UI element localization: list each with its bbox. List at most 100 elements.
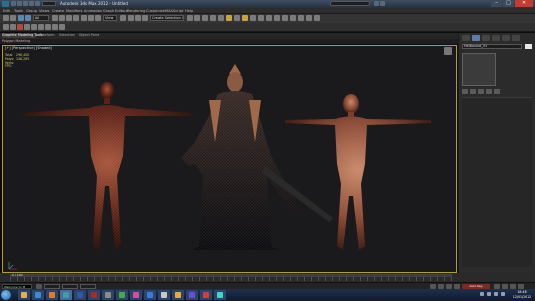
toolbar-icon-g[interactable] <box>306 15 312 21</box>
angle-snap-icon[interactable] <box>135 15 141 21</box>
named-selection-dropdown[interactable]: Create Selection Se <box>150 15 184 21</box>
sculpt-icon[interactable] <box>17 24 23 30</box>
modifier-list[interactable] <box>462 53 496 86</box>
layer-manager-icon[interactable] <box>202 15 208 21</box>
toolbar-icon-e[interactable] <box>290 15 296 21</box>
redo-toolbar-icon[interactable] <box>10 15 16 21</box>
render-frame-icon[interactable] <box>242 15 248 21</box>
schematic-view-icon[interactable] <box>218 15 224 21</box>
render-setup-icon[interactable] <box>234 15 240 21</box>
display-panel-icon[interactable] <box>502 35 510 41</box>
search-input[interactable] <box>330 1 370 6</box>
create-panel-icon[interactable] <box>462 35 470 41</box>
object-color-swatch[interactable] <box>525 44 532 49</box>
minimize-button[interactable]: – <box>491 0 502 7</box>
pinch-icon[interactable] <box>38 24 44 30</box>
percent-snap-icon[interactable] <box>142 15 148 21</box>
brush-icon[interactable] <box>3 24 9 30</box>
selection-filter-dropdown[interactable]: All <box>33 15 49 21</box>
material-editor-icon[interactable] <box>226 15 232 21</box>
motion-panel-icon[interactable] <box>492 35 500 41</box>
rectangle-selection-icon[interactable] <box>66 15 72 21</box>
flatten-icon[interactable] <box>45 24 51 30</box>
taskbar-photoshop-icon[interactable] <box>74 290 86 300</box>
toolbar-icon-f[interactable] <box>298 15 304 21</box>
object-name-field[interactable]: Hellbound_01 <box>462 44 522 49</box>
paint-icon[interactable] <box>10 24 16 30</box>
taskbar-app-icon[interactable] <box>116 290 128 300</box>
mirror-icon[interactable] <box>187 15 193 21</box>
workspace-dropdown[interactable] <box>42 1 56 6</box>
tray-network-icon[interactable] <box>480 292 484 296</box>
ref-coord-dropdown[interactable]: View <box>103 15 117 21</box>
pin-stack-icon[interactable] <box>462 89 468 94</box>
save-file-icon[interactable] <box>23 1 28 6</box>
taskbar-app-icon[interactable] <box>200 290 212 300</box>
toolbar-icon-a[interactable] <box>258 15 264 21</box>
taskbar-app-icon[interactable] <box>214 290 226 300</box>
taskbar-app-icon[interactable] <box>158 290 170 300</box>
exaggerate-icon[interactable] <box>59 24 65 30</box>
link-icon[interactable] <box>18 15 24 21</box>
new-file-icon[interactable] <box>11 1 16 6</box>
taskbar-browser-icon[interactable] <box>32 290 44 300</box>
move-icon[interactable] <box>81 15 87 21</box>
polygon-modeling-label[interactable]: Polygon Modeling <box>2 39 30 44</box>
taskbar-media-icon[interactable] <box>46 290 58 300</box>
curve-editor-icon[interactable] <box>210 15 216 21</box>
tab-object-paint[interactable]: Object Paint <box>78 33 100 38</box>
toolbar-icon-d[interactable] <box>282 15 288 21</box>
noise-icon[interactable] <box>52 24 58 30</box>
render-icon[interactable] <box>250 15 256 21</box>
select-by-name-icon[interactable] <box>59 15 65 21</box>
remove-modifier-icon[interactable] <box>486 89 492 94</box>
relax-icon[interactable] <box>31 24 37 30</box>
toolbar-icon-h[interactable] <box>314 15 320 21</box>
app-logo-icon[interactable] <box>2 1 9 7</box>
help-icon[interactable] <box>380 1 385 6</box>
start-button-icon[interactable] <box>1 290 11 300</box>
snap-icon[interactable] <box>128 15 134 21</box>
taskbar-explorer-icon[interactable] <box>18 290 30 300</box>
undo-icon[interactable] <box>29 1 34 6</box>
tab-selection[interactable]: Selection <box>58 33 76 38</box>
close-button[interactable]: ✕ <box>515 0 533 7</box>
maximize-button[interactable]: □ <box>503 0 514 7</box>
align-icon[interactable] <box>194 15 200 21</box>
scale-icon[interactable] <box>95 15 101 21</box>
taskbar-app-icon[interactable] <box>172 290 184 300</box>
smooth-icon[interactable] <box>24 24 30 30</box>
redo-icon[interactable] <box>35 1 40 6</box>
rotate-icon[interactable] <box>88 15 94 21</box>
tab-freeform[interactable]: Freeform <box>38 33 56 38</box>
select-object-icon[interactable] <box>52 15 58 21</box>
taskbar-app-icon[interactable] <box>144 290 156 300</box>
taskbar-app-icon[interactable] <box>130 290 142 300</box>
tab-graphite-modeling-tools[interactable]: Graphite Modeling Tools <box>2 33 43 38</box>
tray-clock[interactable]: 18:48 12/01/2012 <box>510 290 534 300</box>
taskbar-app-icon[interactable] <box>88 290 100 300</box>
tray-flag-icon[interactable] <box>494 292 498 296</box>
make-unique-icon[interactable] <box>478 89 484 94</box>
toolbar-icon-b[interactable] <box>266 15 272 21</box>
window-crossing-icon[interactable] <box>73 15 79 21</box>
modify-panel-icon[interactable] <box>472 35 480 41</box>
character-models[interactable] <box>3 46 457 273</box>
hierarchy-panel-icon[interactable] <box>482 35 490 41</box>
show-end-result-icon[interactable] <box>470 89 476 94</box>
tray-app-icon[interactable] <box>501 292 505 296</box>
utilities-panel-icon[interactable] <box>512 35 520 41</box>
timeline-ticks[interactable] <box>10 277 452 281</box>
taskbar-app-icon[interactable] <box>186 290 198 300</box>
unlink-icon[interactable] <box>25 15 31 21</box>
undo-toolbar-icon[interactable] <box>3 15 9 21</box>
search-icon[interactable] <box>374 1 379 6</box>
toolbar-icon-c[interactable] <box>274 15 280 21</box>
open-file-icon[interactable] <box>17 1 22 6</box>
taskbar-app-icon[interactable] <box>102 290 114 300</box>
configure-sets-icon[interactable] <box>494 89 500 94</box>
pivot-icon[interactable] <box>120 15 126 21</box>
perspective-viewport[interactable]: [+] [Perspective] [Shaded] Total Polys: … <box>2 45 457 273</box>
tray-volume-icon[interactable] <box>487 292 491 296</box>
taskbar-3dsmax-icon[interactable] <box>60 290 72 300</box>
